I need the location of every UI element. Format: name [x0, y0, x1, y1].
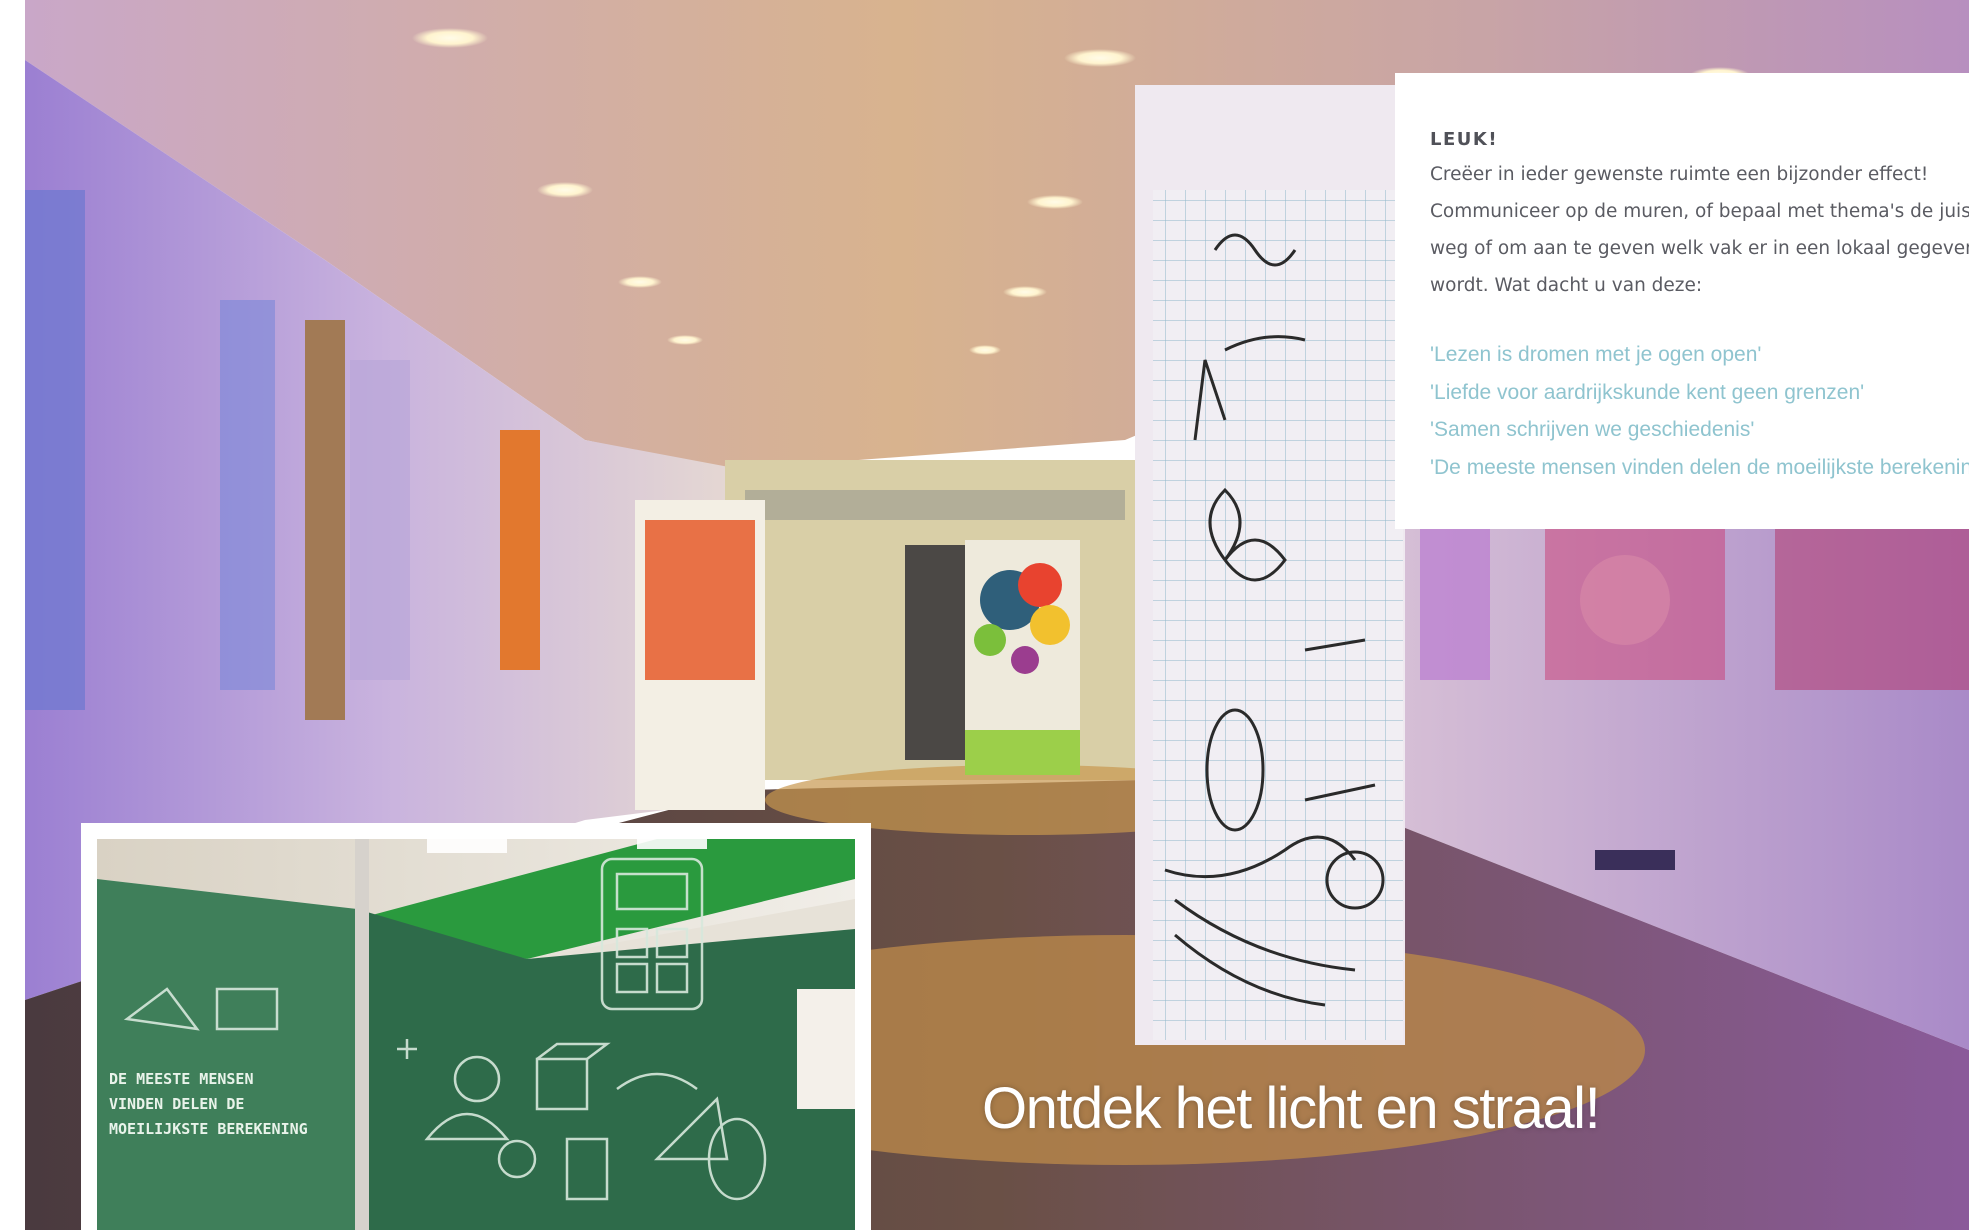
photo-caption: Ontdek het licht en straal! [982, 1076, 1601, 1141]
brochure-page: LEUK! Creëer in ieder gewenste ruimte ee… [0, 0, 1969, 1230]
wall-text-line: VINDEN DELEN DE [109, 1095, 244, 1113]
classroom-photo: DE MEESTE MENSEN VINDEN DELEN DE MOEILIJ… [97, 839, 855, 1230]
quote-list: 'Lezen is dromen met je ogen open' 'Lief… [1430, 336, 1969, 486]
body-paragraph: Creëer in ieder gewenste ruimte een bijz… [1430, 156, 1969, 304]
section-heading: LEUK! [1430, 129, 1499, 150]
quote-item: 'De meeste mensen vinden delen de moeili… [1430, 455, 1969, 479]
wall-text-line: DE MEESTE MENSEN [109, 1070, 254, 1088]
body-line: weg of om aan te geven welk vak er in ee… [1430, 238, 1969, 259]
body-line: wordt. Wat dacht u van deze: [1430, 275, 1703, 296]
body-line: Communiceer op de muren, of bepaal met t… [1430, 201, 1969, 222]
quote-item: 'Samen schrijven we geschiedenis' [1430, 418, 1755, 441]
wall-text-line: MOEILIJKSTE BEREKENING [109, 1120, 308, 1138]
info-textbox: LEUK! Creëer in ieder gewenste ruimte ee… [1395, 73, 1969, 529]
body-line: Creëer in ieder gewenste ruimte een bijz… [1430, 164, 1929, 185]
quote-item: 'Liefde voor aardrijkskunde kent geen gr… [1430, 380, 1865, 404]
quote-item: 'Lezen is dromen met je ogen open' [1430, 343, 1762, 366]
